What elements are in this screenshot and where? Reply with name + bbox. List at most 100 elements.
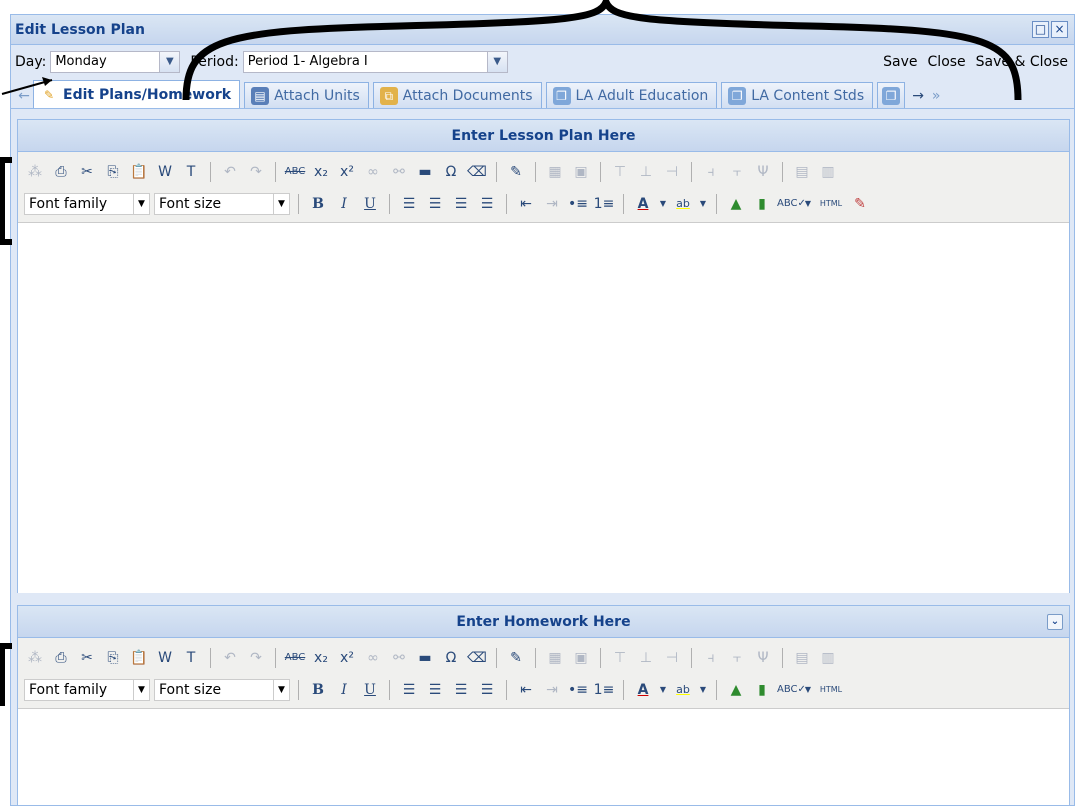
split-cells-icon[interactable]: ▥ <box>817 161 839 183</box>
numbered-list-icon[interactable]: 1≡ <box>593 679 615 701</box>
delete-col-icon[interactable]: Ψ <box>752 161 774 183</box>
strikethrough-icon[interactable]: ABC <box>284 647 306 669</box>
eraser-icon[interactable]: ⌫ <box>466 161 488 183</box>
merge-cells-icon[interactable]: ▤ <box>791 647 813 669</box>
paste-icon[interactable]: 📋 <box>128 161 150 183</box>
align-left-icon[interactable]: ☰ <box>398 679 420 701</box>
italic-icon[interactable]: I <box>333 193 355 215</box>
delete-row-icon[interactable]: ⊣ <box>661 161 683 183</box>
text-color-icon[interactable]: A <box>632 193 654 215</box>
align-justify-icon[interactable]: ☰ <box>476 679 498 701</box>
tab-scroll-right-icon[interactable]: → <box>909 84 927 108</box>
insert-col-after-icon[interactable]: ⫟ <box>726 647 748 669</box>
paste-text-icon[interactable]: T <box>180 647 202 669</box>
paste-word-icon[interactable]: W <box>154 161 176 183</box>
insert-col-after-icon[interactable]: ⫟ <box>726 161 748 183</box>
align-right-icon[interactable]: ☰ <box>450 193 472 215</box>
subscript-icon[interactable]: x₂ <box>310 647 332 669</box>
insert-row-icon[interactable]: ⊤ <box>609 647 631 669</box>
underline-icon[interactable]: U <box>359 679 381 701</box>
delete-col-icon[interactable]: Ψ <box>752 647 774 669</box>
image-icon[interactable]: ▲ <box>725 193 747 215</box>
chevron-down-icon[interactable]: ▼ <box>658 193 668 215</box>
indent-icon[interactable]: ⇥ <box>541 193 563 215</box>
insert-row-icon[interactable]: ⊤ <box>609 161 631 183</box>
redo-icon[interactable]: ↷ <box>245 647 267 669</box>
chevron-down-icon[interactable]: ▼ <box>486 52 507 72</box>
omega-icon[interactable]: Ω <box>440 647 462 669</box>
tab-menu-icon[interactable]: » <box>927 84 945 108</box>
restore-button[interactable]: □ <box>1032 21 1049 38</box>
highlight-color-icon[interactable]: ab <box>672 679 694 701</box>
subscript-icon[interactable]: x₂ <box>310 161 332 183</box>
mark-icon[interactable]: ✎ <box>849 193 871 215</box>
chevron-down-icon[interactable]: ▼ <box>698 193 708 215</box>
spellcheck-icon[interactable]: ABC✓ <box>777 193 806 215</box>
day-select[interactable]: Monday ▼ <box>50 51 181 73</box>
insert-row-after-icon[interactable]: ⊥ <box>635 647 657 669</box>
media-icon[interactable]: ▮ <box>751 679 773 701</box>
outdent-icon[interactable]: ⇤ <box>515 193 537 215</box>
html-label[interactable]: HTML <box>817 193 845 215</box>
unlink-icon[interactable]: ⚯ <box>388 161 410 183</box>
link-icon[interactable]: ∞ <box>362 161 384 183</box>
spellcheck-icon[interactable]: ABC✓ <box>777 679 806 701</box>
copy-icon[interactable]: ⎘ <box>102 161 124 183</box>
chevron-down-icon[interactable]: ▼ <box>803 679 813 701</box>
table-icon[interactable]: ▦ <box>544 647 566 669</box>
period-select[interactable]: Period 1- Algebra I ▼ <box>242 51 508 73</box>
omega-icon[interactable]: Ω <box>440 161 462 183</box>
tab-scroll-left-icon[interactable]: ← <box>15 84 33 108</box>
link-icon[interactable]: ∞ <box>362 647 384 669</box>
unlink-icon[interactable]: ⚯ <box>388 647 410 669</box>
paste-word-icon[interactable]: W <box>154 647 176 669</box>
html-label[interactable]: HTML <box>817 679 845 701</box>
underline-icon[interactable]: U <box>359 193 381 215</box>
align-left-icon[interactable]: ☰ <box>398 193 420 215</box>
numbered-list-icon[interactable]: 1≡ <box>593 193 615 215</box>
italic-icon[interactable]: I <box>333 679 355 701</box>
font-size-select[interactable]: Font size ▼ <box>154 679 290 701</box>
paste-text-icon[interactable]: T <box>180 161 202 183</box>
text-color-icon[interactable]: A <box>632 679 654 701</box>
superscript-icon[interactable]: x² <box>336 647 358 669</box>
highlight-color-icon[interactable]: ab <box>672 193 694 215</box>
insert-col-icon[interactable]: ⫞ <box>700 161 722 183</box>
tab-la-adult-education[interactable]: ❐ LA Adult Education <box>545 82 718 108</box>
paste-icon[interactable]: 📋 <box>128 647 150 669</box>
strikethrough-icon[interactable]: ABC <box>284 161 306 183</box>
table-props-icon[interactable]: ▣ <box>570 161 592 183</box>
edit-source-icon[interactable]: ✎ <box>505 647 527 669</box>
eraser-icon[interactable]: ⌫ <box>466 647 488 669</box>
outdent-icon[interactable]: ⇤ <box>515 679 537 701</box>
bullet-list-icon[interactable]: •≡ <box>567 679 589 701</box>
split-cells-icon[interactable]: ▥ <box>817 647 839 669</box>
chevron-down-icon[interactable]: ▼ <box>803 193 813 215</box>
insert-col-icon[interactable]: ⫞ <box>700 647 722 669</box>
table-props-icon[interactable]: ▣ <box>570 647 592 669</box>
chevron-down-icon[interactable]: ▼ <box>658 679 668 701</box>
indent-icon[interactable]: ⇥ <box>541 679 563 701</box>
chevron-down-icon[interactable]: ▼ <box>159 52 180 72</box>
bold-icon[interactable]: B <box>307 679 329 701</box>
superscript-icon[interactable]: x² <box>336 161 358 183</box>
lesson-plan-editor[interactable] <box>18 223 1069 593</box>
insert-row-after-icon[interactable]: ⊥ <box>635 161 657 183</box>
horizontal-rule-icon[interactable]: ▬ <box>414 647 436 669</box>
align-justify-icon[interactable]: ☰ <box>476 193 498 215</box>
align-center-icon[interactable]: ☰ <box>424 679 446 701</box>
print-icon[interactable]: ⎙ <box>50 161 72 183</box>
tab-la-content-stds[interactable]: ❐ LA Content Stds <box>721 82 874 108</box>
cut-icon[interactable]: ✂ <box>76 647 98 669</box>
font-family-select[interactable]: Font family ▼ <box>24 679 150 701</box>
align-center-icon[interactable]: ☰ <box>424 193 446 215</box>
save-button[interactable]: Save <box>883 54 917 70</box>
save-close-button[interactable]: Save & Close <box>976 54 1068 70</box>
redo-icon[interactable]: ↷ <box>245 161 267 183</box>
edit-source-icon[interactable]: ✎ <box>505 161 527 183</box>
tab-attach-documents[interactable]: ⧉ Attach Documents <box>372 82 542 108</box>
table-icon[interactable]: ▦ <box>544 161 566 183</box>
horizontal-rule-icon[interactable]: ▬ <box>414 161 436 183</box>
align-right-icon[interactable]: ☰ <box>450 679 472 701</box>
chevron-down-icon[interactable]: ▼ <box>698 679 708 701</box>
